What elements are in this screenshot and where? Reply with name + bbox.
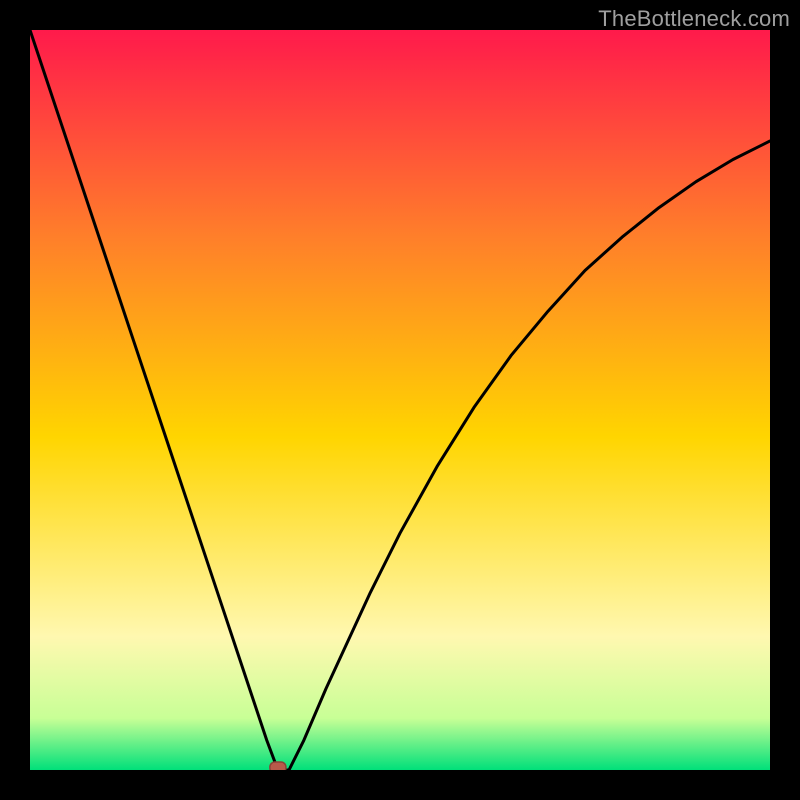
chart-frame: TheBottleneck.com <box>0 0 800 800</box>
plot-area <box>30 30 770 770</box>
plot-svg <box>30 30 770 770</box>
gradient-background <box>30 30 770 770</box>
watermark-text: TheBottleneck.com <box>598 6 790 32</box>
optimal-marker <box>270 762 286 770</box>
